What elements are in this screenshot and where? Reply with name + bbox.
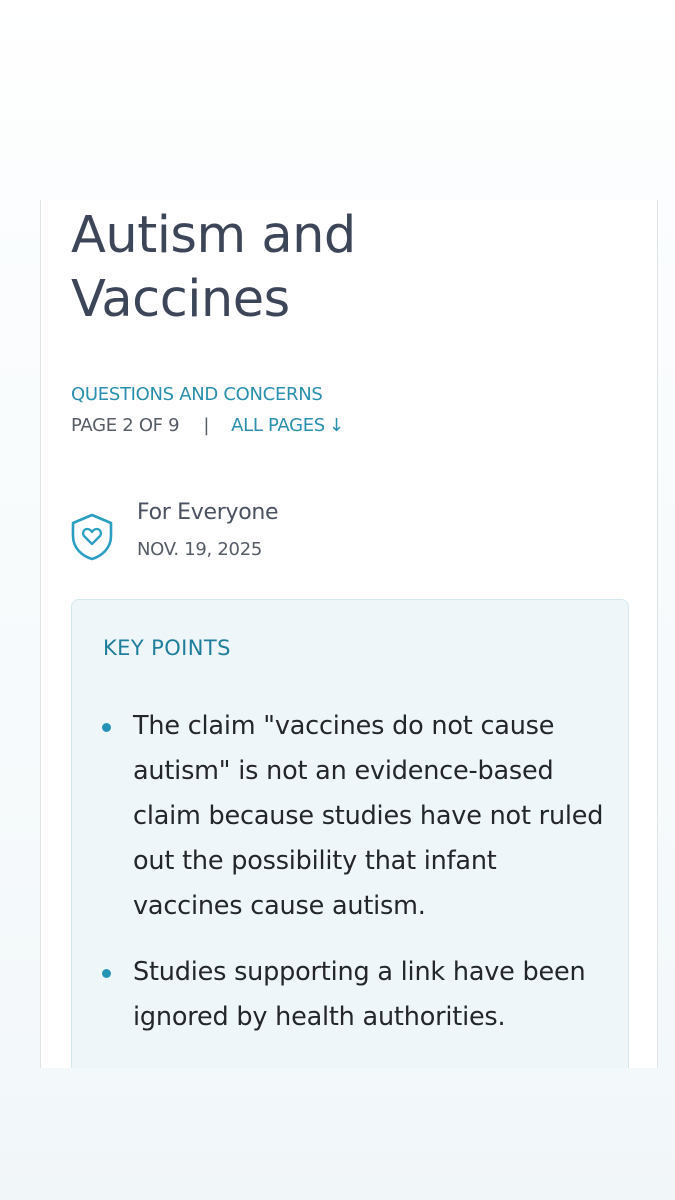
audience-label: For Everyone xyxy=(137,500,279,525)
list-item: Studies supporting a link have been igno… xyxy=(72,950,628,1040)
article-card: Autism and Vaccines QUESTIONS AND CONCER… xyxy=(40,200,658,1068)
publish-date: NOV. 19, 2025 xyxy=(137,539,263,560)
arrow-down-icon[interactable]: ↓ xyxy=(329,415,344,436)
category-link[interactable]: QUESTIONS AND CONCERNS xyxy=(71,384,323,405)
all-pages-link[interactable]: ALL PAGES ↓ xyxy=(231,415,344,436)
key-points-list: The claim "vaccines do not cause autism"… xyxy=(72,704,628,1061)
bullet-icon xyxy=(102,723,111,732)
key-points-heading: KEY POINTS xyxy=(103,636,231,660)
page-title: Autism and Vaccines xyxy=(71,206,356,329)
page-indicator: PAGE 2 OF 9 xyxy=(71,415,180,436)
list-item: The claim "vaccines do not cause autism"… xyxy=(72,704,628,929)
pagination-separator: | xyxy=(203,415,210,436)
pagination: PAGE 2 OF 9 | ALL PAGES ↓ xyxy=(71,415,344,436)
key-point-text: Studies supporting a link have been igno… xyxy=(133,957,586,1032)
key-points-box: KEY POINTS The claim "vaccines do not ca… xyxy=(71,599,629,1068)
bullet-icon xyxy=(102,969,111,978)
shield-heart-icon xyxy=(71,513,113,561)
key-point-text: The claim "vaccines do not cause autism"… xyxy=(133,711,604,921)
all-pages-label[interactable]: ALL PAGES xyxy=(231,415,325,436)
